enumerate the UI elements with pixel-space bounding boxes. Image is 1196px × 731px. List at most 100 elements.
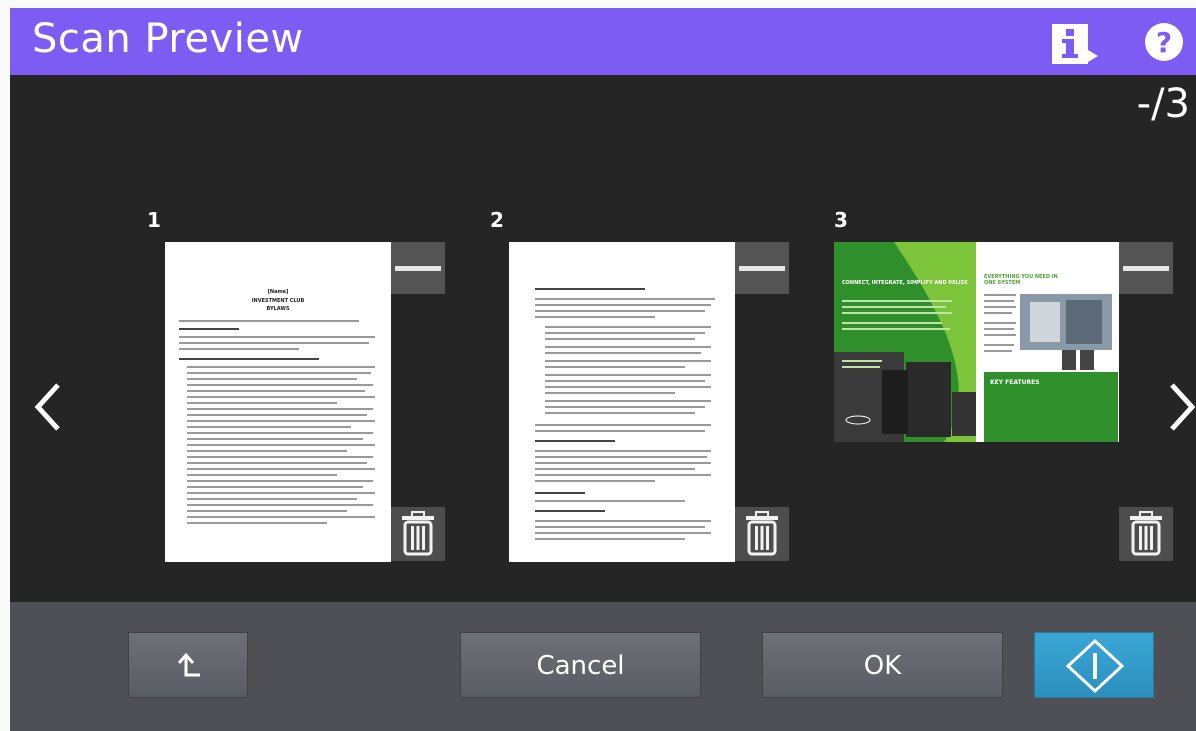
text-line	[545, 346, 711, 348]
text-line	[187, 516, 375, 518]
text-line	[179, 320, 359, 322]
text-line	[535, 538, 685, 540]
start-diamond-icon	[1065, 638, 1125, 694]
chevron-right-icon[interactable]	[1162, 377, 1196, 437]
text-line	[545, 338, 695, 340]
doc-title-line: BYLAWS	[266, 306, 290, 312]
text-line	[187, 414, 367, 416]
text-line	[187, 492, 375, 494]
text-line	[535, 462, 711, 464]
page-thumbnail-2[interactable]	[509, 242, 735, 562]
text-line	[545, 366, 685, 368]
doc-title-line: INVESTMENT CLUB	[251, 298, 305, 304]
text-line	[535, 288, 645, 290]
text-line	[535, 500, 685, 502]
text-line	[187, 504, 373, 506]
text-line	[187, 498, 357, 500]
text-line	[545, 386, 711, 388]
text-line	[187, 468, 375, 470]
text-line	[545, 392, 675, 394]
text-line	[535, 526, 705, 528]
text-line	[187, 486, 363, 488]
text-line	[535, 298, 715, 300]
preview-area: -/3 1 [Name] INVESTMENT CLUB BYLAWS 2 3 …	[10, 75, 1196, 602]
return-arrow-icon	[177, 652, 200, 677]
text-line	[187, 426, 351, 428]
text-line	[187, 390, 365, 392]
text-line	[187, 396, 375, 398]
text-line	[545, 374, 711, 376]
minus-icon	[739, 266, 785, 271]
text-line	[535, 424, 711, 426]
text-line	[187, 366, 375, 368]
text-line	[545, 406, 705, 408]
cancel-button[interactable]: Cancel	[460, 632, 701, 698]
text-line	[187, 444, 375, 446]
ok-button[interactable]: OK	[762, 632, 1003, 698]
text-line	[535, 440, 615, 442]
help-icon[interactable]: ?	[1144, 22, 1184, 62]
collapse-page-3-button[interactable]	[1119, 242, 1173, 294]
text-line	[535, 316, 655, 318]
text-line	[187, 402, 337, 404]
start-button[interactable]	[1034, 632, 1154, 698]
text-line	[535, 304, 711, 306]
text-line	[545, 352, 701, 354]
page-title: Scan Preview	[32, 16, 304, 62]
text-line	[187, 420, 375, 422]
text-line	[535, 532, 711, 534]
trash-icon	[1130, 511, 1162, 556]
text-line	[179, 336, 375, 338]
help-glyph: ?	[1156, 26, 1172, 59]
text-line	[545, 412, 695, 414]
brochure-image	[834, 242, 1119, 442]
text-line	[545, 400, 711, 402]
info-icon[interactable]	[1050, 22, 1102, 66]
text-line	[187, 432, 373, 434]
text-line	[545, 332, 705, 334]
text-line	[179, 328, 239, 330]
page-number-2: 2	[490, 208, 504, 232]
text-line	[187, 462, 367, 464]
trash-icon	[402, 511, 434, 556]
text-line	[535, 450, 711, 452]
text-line	[187, 510, 347, 512]
text-line	[535, 480, 655, 482]
chevron-left-icon[interactable]	[28, 377, 68, 437]
text-line	[535, 474, 711, 476]
text-line	[187, 378, 357, 380]
text-line	[187, 456, 373, 458]
brochure-heading-right: EVERYTHING YOU NEED IN ONE SYSTEM	[984, 274, 1058, 286]
page-thumbnail-1[interactable]: [Name] INVESTMENT CLUB BYLAWS	[165, 242, 391, 562]
text-line	[545, 326, 711, 328]
text-line	[187, 480, 373, 482]
text-line	[535, 520, 711, 522]
back-button[interactable]	[128, 632, 248, 698]
text-line	[179, 358, 319, 360]
text-line	[187, 438, 363, 440]
page-number-3: 3	[834, 208, 848, 232]
text-line	[535, 492, 585, 494]
collapse-page-1-button[interactable]	[391, 242, 445, 294]
text-line	[187, 372, 371, 374]
delete-page-2-button[interactable]	[735, 507, 789, 561]
text-line	[535, 510, 605, 512]
page-thumbnail-3[interactable]: CONNECT, INTEGRATE, SIMPLIFY AND RELISE …	[834, 242, 1119, 442]
collapse-page-2-button[interactable]	[735, 242, 789, 294]
text-line	[545, 380, 705, 382]
text-line	[535, 456, 707, 458]
text-line	[535, 310, 705, 312]
text-line	[187, 474, 337, 476]
text-line	[535, 468, 695, 470]
text-line	[179, 348, 299, 350]
delete-page-1-button[interactable]	[391, 507, 445, 561]
doc-title-line: [Name]	[267, 289, 289, 295]
minus-icon	[1123, 266, 1169, 271]
brochure-key-features: KEY FEATURES	[990, 379, 1040, 386]
delete-page-3-button[interactable]	[1119, 507, 1173, 561]
text-line	[179, 342, 369, 344]
header-bar: Scan Preview ?	[10, 8, 1196, 75]
text-line	[187, 522, 327, 524]
minus-icon	[395, 266, 441, 271]
footer-toolbar: Cancel OK	[10, 602, 1196, 731]
